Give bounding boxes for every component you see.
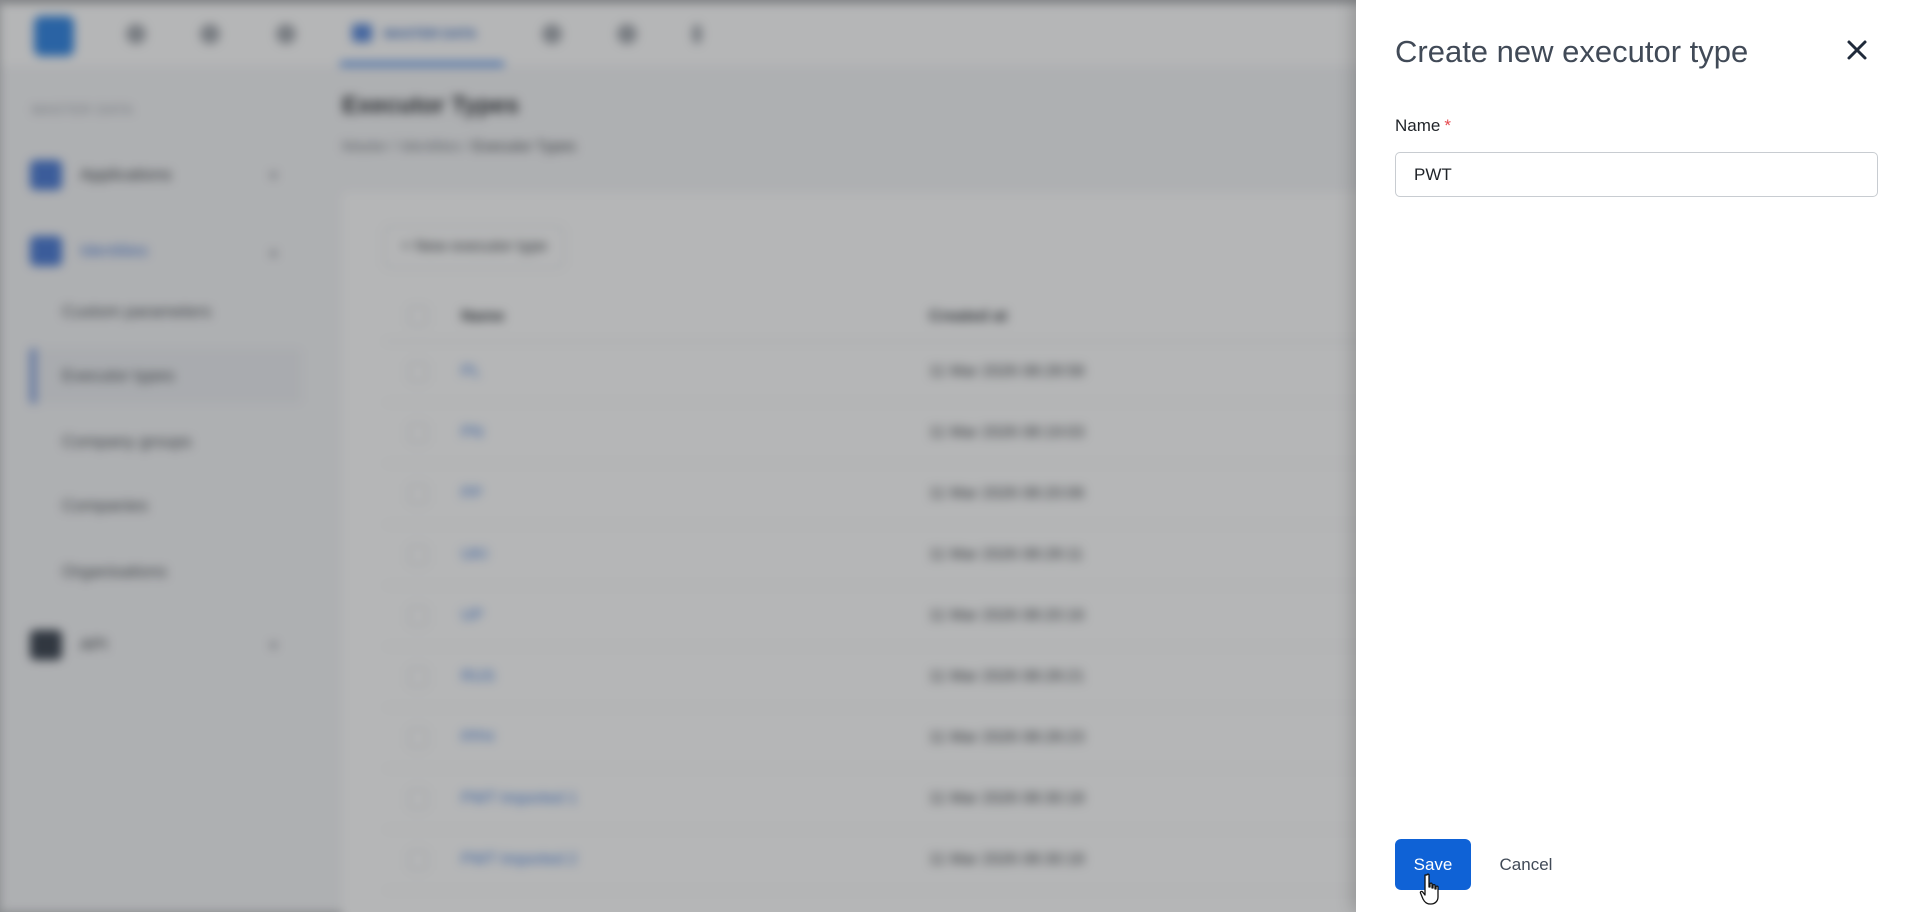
- close-button[interactable]: [1839, 32, 1875, 68]
- drawer-title: Create new executor type: [1395, 34, 1749, 69]
- name-field-label: Name *: [1395, 116, 1451, 136]
- hand-cursor-icon: [1419, 873, 1439, 905]
- name-input[interactable]: [1395, 152, 1878, 197]
- name-label-text: Name: [1395, 116, 1441, 135]
- cancel-button[interactable]: Cancel: [1484, 839, 1568, 890]
- required-mark: *: [1444, 116, 1451, 135]
- close-icon: [1847, 40, 1867, 60]
- modal-backdrop[interactable]: [0, 0, 1356, 912]
- create-executor-type-drawer: Create new executor type Name* Save Canc…: [1356, 0, 1916, 912]
